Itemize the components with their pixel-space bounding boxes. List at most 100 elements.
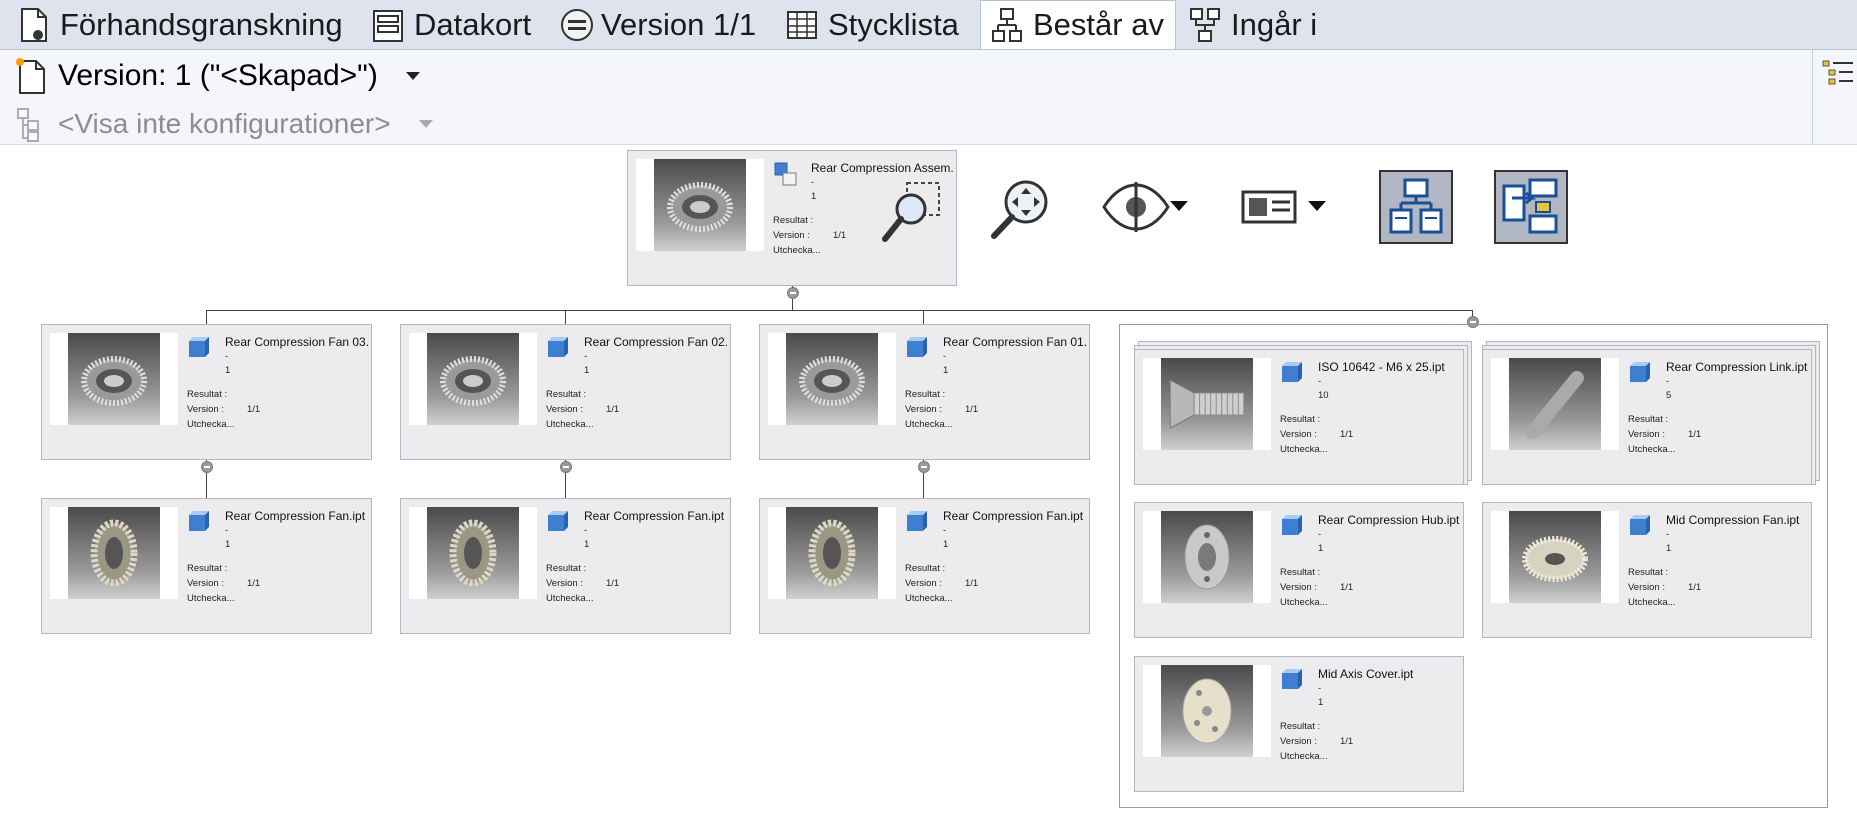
component-card[interactable]: Rear Compression Fan.ipt - 1 Resultat : Vers…	[41, 498, 372, 634]
component-name: Mid Compression Fan.ipt	[1666, 513, 1800, 527]
version-label: Version :	[546, 578, 583, 589]
component-name: Mid Axis Cover.ipt	[1318, 667, 1414, 681]
layout-expand-icon	[1500, 176, 1562, 243]
tab-preview[interactable]: Förhandsgranskning	[18, 0, 358, 49]
component-quantity: 1	[1318, 543, 1324, 554]
version-label: Version :	[905, 578, 942, 589]
component-quantity: 1	[1318, 697, 1324, 708]
layout-expand-button[interactable]	[1494, 170, 1568, 244]
chevron-down-icon[interactable]	[418, 120, 433, 128]
collapse-toggle[interactable]	[1467, 316, 1479, 328]
component-card[interactable]: Rear Compression Fan 02... - 1 Resultat : Ve…	[400, 324, 731, 460]
connector-line	[206, 310, 207, 324]
component-quantity: 1	[584, 365, 590, 376]
chevron-down-icon[interactable]	[405, 72, 420, 80]
thumbnail	[1491, 358, 1619, 450]
utcheckad-label: Utchecka...	[187, 419, 235, 430]
tab-version[interactable]: Version 1/1	[559, 0, 769, 49]
tab-label: Ingår i	[1231, 6, 1318, 42]
resultat-label: Resultat :	[546, 563, 587, 574]
resultat-label: Resultat :	[187, 389, 228, 400]
layout-tree-button[interactable]	[1379, 170, 1453, 244]
version-label: Version :	[1280, 582, 1317, 593]
version-value: 1/1	[1688, 429, 1702, 440]
component-card[interactable]: Rear Compression Assem... - 1 Resultat : Ver…	[627, 150, 957, 286]
part-cube-icon	[187, 509, 211, 533]
part-image	[1509, 511, 1601, 603]
component-card[interactable]: Rear Compression Fan 03... - 1 Resultat : Ve…	[41, 324, 372, 460]
hierarchy-up-icon	[1189, 7, 1221, 43]
version-label: Version :	[1280, 429, 1317, 440]
zoom-pan-button[interactable]	[986, 172, 1056, 242]
component-name: Rear Compression Fan.ipt	[225, 509, 366, 523]
collapse-toggle[interactable]	[918, 461, 930, 473]
component-card[interactable]: Rear Compression Hub.ipt - 1 Resultat : Vers…	[1134, 502, 1464, 638]
component-card[interactable]: Mid Axis Cover.ipt - 1 Resultat : Version : 1…	[1134, 656, 1464, 792]
side-panel-toggle[interactable]	[1812, 50, 1857, 145]
configuration-placeholder: <Visa inte konfigurationer>	[58, 108, 391, 139]
tab-label: Stycklista	[828, 6, 959, 42]
version-value: 1/1	[965, 404, 979, 415]
thumbnail	[409, 507, 537, 599]
layout-tree-icon	[1385, 176, 1447, 243]
tab-stycklista[interactable]: Stycklista	[786, 0, 971, 49]
tab-datakort[interactable]: Datakort	[372, 0, 552, 49]
table-icon	[786, 7, 818, 43]
connector-line	[565, 310, 566, 324]
card-view-button[interactable]	[1240, 172, 1340, 242]
part-cube-icon	[1280, 667, 1304, 691]
version-label: Version :	[1280, 736, 1317, 747]
component-quantity: 1	[811, 191, 817, 202]
resultat-label: Resultat :	[905, 389, 946, 400]
thumbnail	[50, 507, 178, 599]
component-card[interactable]: Rear Compression Fan.ipt - 1 Resultat : Vers…	[400, 498, 731, 634]
component-dash: -	[225, 525, 229, 536]
part-image	[1161, 358, 1253, 450]
resultat-label: Resultat :	[1280, 414, 1321, 425]
component-dash: -	[584, 351, 588, 362]
thumbnail	[636, 159, 764, 251]
component-card[interactable]: ISO 10642 - M6 x 25.ipt - 10 Resultat : Vers…	[1134, 349, 1464, 485]
part-image	[1161, 665, 1253, 757]
collapse-toggle[interactable]	[787, 287, 799, 299]
component-quantity: 1	[1666, 543, 1672, 554]
connector-line	[923, 310, 924, 324]
tab-ingar-i[interactable]: Ingår i	[1189, 0, 1329, 49]
thumbnail	[768, 333, 896, 425]
collapse-toggle[interactable]	[201, 461, 213, 473]
version-label: Version :	[187, 578, 224, 589]
component-dash: -	[943, 351, 947, 362]
version-selector[interactable]: Version: 1 ("<Skapad>")	[14, 56, 420, 96]
version-value: 1/1	[606, 578, 620, 589]
page-preview-icon	[18, 7, 50, 43]
part-image	[427, 333, 519, 425]
thumbnail	[1143, 665, 1271, 757]
version-label: Version :	[905, 404, 942, 415]
zoom-region-icon[interactable]	[875, 179, 945, 245]
component-card[interactable]: Rear Compression Link.ipt - 5 Resultat : Ver…	[1482, 349, 1812, 485]
thumbnail	[1143, 358, 1271, 450]
thumbnail	[50, 333, 178, 425]
visibility-button[interactable]	[1100, 172, 1200, 242]
component-card[interactable]: Mid Compression Fan.ipt - 1 Resultat : Versi…	[1482, 502, 1812, 638]
component-card[interactable]: Rear Compression Fan 01... - 1 Resultat : Ve…	[759, 324, 1090, 460]
component-quantity: 1	[943, 539, 949, 550]
tab-label: Datakort	[414, 6, 532, 42]
utcheckad-label: Utchecka...	[905, 593, 953, 604]
collapse-toggle[interactable]	[560, 461, 572, 473]
zoom-pan-icon	[986, 180, 1056, 246]
resultat-label: Resultat :	[1280, 721, 1321, 732]
utcheckad-label: Utchecka...	[1280, 597, 1328, 608]
version-label: Version :	[1628, 582, 1665, 593]
tab-label: Version 1/1	[601, 6, 757, 42]
version-value: 1/1	[247, 578, 261, 589]
configuration-selector[interactable]: <Visa inte konfigurationer>	[14, 104, 433, 144]
utcheckad-label: Utchecka...	[1628, 444, 1676, 455]
part-image	[68, 507, 160, 599]
component-dash: -	[1318, 529, 1322, 540]
component-card[interactable]: Rear Compression Fan.ipt - 1 Resultat : Vers…	[759, 498, 1090, 634]
component-name: Rear Compression Assem...	[811, 161, 953, 175]
version-value: 1/1	[247, 404, 261, 415]
component-name: Rear Compression Fan.ipt	[943, 509, 1084, 523]
tab-bestar-av[interactable]: Består av	[980, 0, 1176, 49]
